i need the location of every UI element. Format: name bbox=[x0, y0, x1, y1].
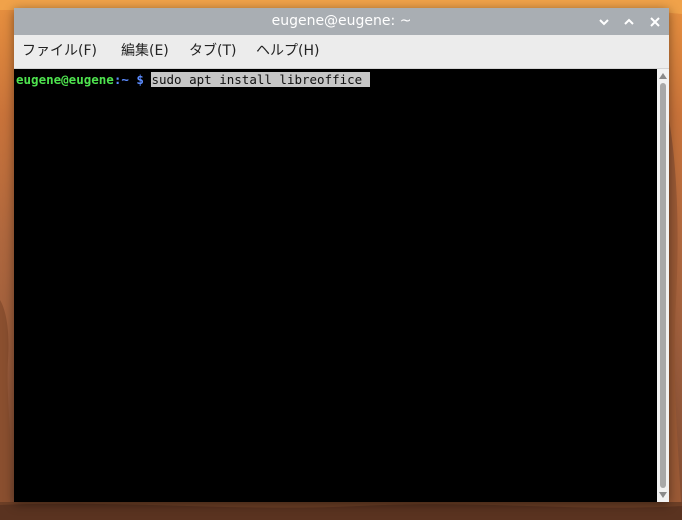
scroll-up-button[interactable] bbox=[657, 70, 669, 82]
minimize-button[interactable] bbox=[594, 12, 614, 32]
menu-bar: ファイル(F) 編集(E) タブ(T) ヘルプ(H) bbox=[14, 35, 669, 69]
window-title: eugene@eugene: ~ bbox=[271, 13, 412, 29]
triangle-down-icon bbox=[659, 492, 667, 498]
menu-tabs[interactable]: タブ(T) bbox=[189, 35, 236, 68]
menu-edit[interactable]: 編集(E) bbox=[121, 35, 169, 68]
vertical-scrollbar[interactable] bbox=[657, 69, 669, 502]
menu-help[interactable]: ヘルプ(H) bbox=[256, 35, 319, 68]
triangle-up-icon bbox=[659, 73, 667, 79]
close-icon bbox=[650, 17, 660, 27]
chevron-up-icon bbox=[624, 18, 634, 25]
prompt-user: eugene@eugene bbox=[16, 72, 114, 87]
menu-file[interactable]: ファイル(F) bbox=[22, 35, 97, 68]
title-bar[interactable]: eugene@eugene: ~ bbox=[14, 8, 669, 35]
command-line: eugene@eugene:~ $ sudo apt install libre… bbox=[16, 72, 370, 88]
scroll-down-button[interactable] bbox=[657, 489, 669, 501]
text-cursor bbox=[362, 72, 370, 87]
prompt-path: :~ $ bbox=[113, 72, 144, 87]
close-button[interactable] bbox=[645, 12, 665, 32]
command-text[interactable]: sudo apt install libreoffice bbox=[151, 72, 363, 87]
terminal-window: eugene@eugene: ~ ファイル(F) 編集(E) タブ(T) ヘルプ… bbox=[14, 8, 669, 502]
maximize-button[interactable] bbox=[619, 12, 639, 32]
terminal-output[interactable]: eugene@eugene:~ $ sudo apt install libre… bbox=[14, 69, 657, 502]
chevron-down-icon bbox=[599, 19, 609, 26]
scroll-thumb[interactable] bbox=[660, 83, 666, 488]
